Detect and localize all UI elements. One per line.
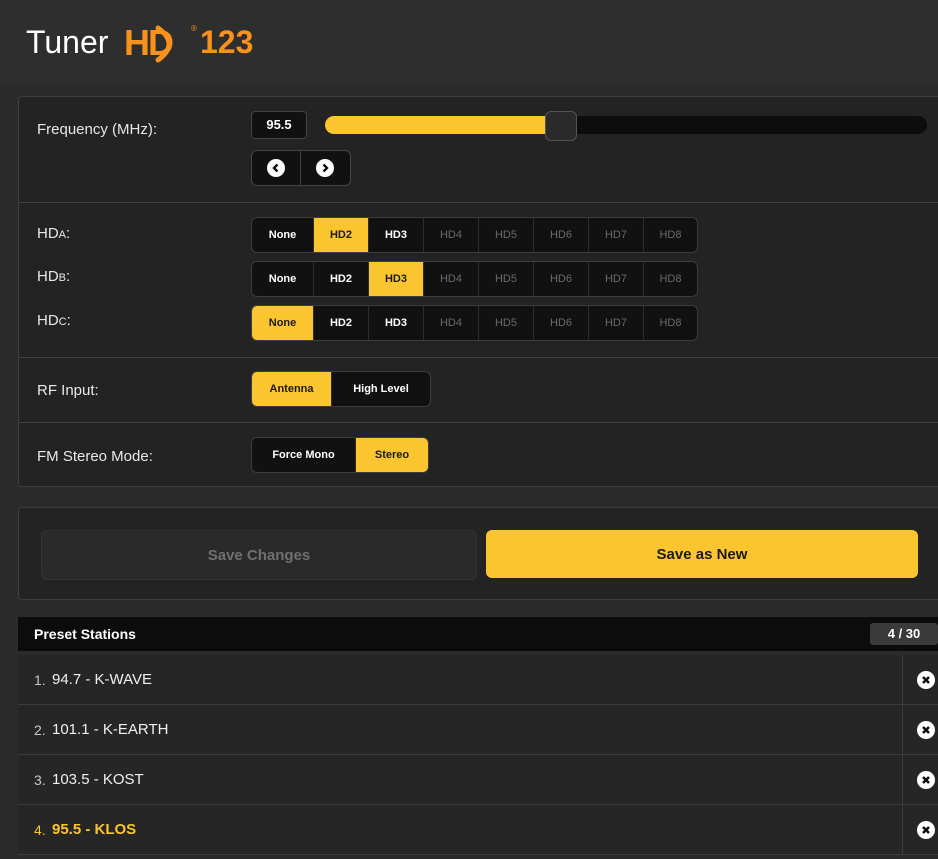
hd-a-option-hd3[interactable]: HD3 — [369, 218, 424, 252]
hd-a-option-hd5[interactable]: HD5 — [479, 218, 534, 252]
hd-a-option-none[interactable]: None — [252, 218, 314, 252]
preset-number: 2. — [34, 722, 46, 738]
frequency-row: Frequency (MHz): 95.5 — [19, 97, 938, 203]
hd-c-label: HDC: — [37, 312, 71, 329]
chevron-right-icon — [316, 159, 334, 177]
fm-stereo-row: FM Stereo Mode: Force Mono Stereo — [19, 423, 938, 488]
close-icon — [917, 670, 935, 689]
hd-a-label: HDA: — [37, 225, 71, 242]
preset-stations-header: Preset Stations 4 / 30 — [18, 617, 938, 651]
preset-number: 3. — [34, 772, 46, 788]
preset-row[interactable]: 1. 94.7 - K-WAVE — [18, 655, 938, 705]
rf-input-row: RF Input: Antenna High Level — [19, 358, 938, 423]
frequency-value[interactable]: 95.5 — [251, 111, 307, 139]
app-title: Tuner — [26, 24, 109, 60]
rf-input-label: RF Input: — [37, 382, 99, 399]
hd-a-option-hd8[interactable]: HD8 — [644, 218, 697, 252]
fm-stereo-label: FM Stereo Mode: — [37, 448, 153, 465]
save-as-new-button[interactable]: Save as New — [486, 530, 918, 578]
delete-preset-button[interactable] — [902, 755, 938, 804]
hd-b-option-hd8[interactable]: HD8 — [644, 262, 697, 296]
preset-number: 4. — [34, 822, 46, 838]
hd-a-option-hd6[interactable]: HD6 — [534, 218, 589, 252]
model-number: 123 — [200, 24, 254, 60]
action-panel: Save Changes Save as New — [18, 507, 938, 600]
rf-input-selector: Antenna High Level — [251, 371, 431, 407]
hd-c-option-hd4[interactable]: HD4 — [424, 306, 479, 340]
preset-name: 95.5 - KLOS — [52, 821, 137, 838]
preset-name: 94.7 - K-WAVE — [52, 671, 153, 688]
frequency-slider-fill — [325, 116, 560, 134]
preset-row[interactable]: 3. 103.5 - KOST — [18, 755, 938, 805]
hd-b-selector: None HD2 HD3 HD4 HD5 HD6 HD7 HD8 — [251, 261, 698, 297]
close-icon — [917, 770, 935, 789]
hd-b-option-none[interactable]: None — [252, 262, 314, 296]
preset-stations-title: Preset Stations — [34, 626, 136, 642]
hd-channels-row: HDA: HDB: HDC: None HD2 HD3 HD4 HD5 HD6 HD7 HD8… — [19, 203, 938, 358]
app-header: Tuner HD ® 123 — [0, 0, 938, 85]
hd-c-option-hd6[interactable]: HD6 — [534, 306, 589, 340]
hd-radio-logo: HD — [124, 22, 174, 64]
preset-name: 101.1 - K-EARTH — [52, 721, 169, 738]
close-icon — [917, 720, 935, 739]
hd-c-option-hd7[interactable]: HD7 — [589, 306, 644, 340]
preset-row[interactable]: 4. 95.5 - KLOS — [18, 805, 938, 855]
delete-preset-button[interactable] — [902, 805, 938, 854]
save-changes-button[interactable]: Save Changes — [41, 530, 477, 580]
hd-b-option-hd6[interactable]: HD6 — [534, 262, 589, 296]
frequency-down-button[interactable] — [252, 151, 301, 185]
delete-preset-button[interactable] — [902, 655, 938, 704]
hd-b-option-hd3[interactable]: HD3 — [369, 262, 424, 296]
hd-a-option-hd2[interactable]: HD2 — [314, 218, 369, 252]
close-icon — [917, 820, 935, 839]
preset-number: 1. — [34, 672, 46, 688]
hd-c-option-hd5[interactable]: HD5 — [479, 306, 534, 340]
hd-c-selector: None HD2 HD3 HD4 HD5 HD6 HD7 HD8 — [251, 305, 698, 341]
frequency-slider-thumb[interactable] — [544, 111, 577, 141]
frequency-step-buttons — [251, 150, 351, 186]
frequency-up-button[interactable] — [301, 151, 349, 185]
rf-input-option-high-level[interactable]: High Level — [332, 372, 430, 406]
hd-b-label: HDB: — [37, 268, 71, 285]
hd-b-option-hd2[interactable]: HD2 — [314, 262, 369, 296]
delete-preset-button[interactable] — [902, 705, 938, 754]
hd-b-option-hd7[interactable]: HD7 — [589, 262, 644, 296]
hd-c-option-hd3[interactable]: HD3 — [369, 306, 424, 340]
preset-name: 103.5 - KOST — [52, 771, 144, 788]
rf-input-option-antenna[interactable]: Antenna — [252, 372, 332, 406]
tuner-settings-panel: Frequency (MHz): 95.5 HDA: HDB: HDC: Non… — [18, 96, 938, 487]
frequency-slider[interactable] — [325, 111, 927, 141]
hd-b-option-hd4[interactable]: HD4 — [424, 262, 479, 296]
hd-a-option-hd4[interactable]: HD4 — [424, 218, 479, 252]
preset-count-badge: 4 / 30 — [870, 623, 938, 645]
hd-c-option-hd8[interactable]: HD8 — [644, 306, 697, 340]
chevron-left-icon — [267, 159, 285, 177]
hd-b-option-hd5[interactable]: HD5 — [479, 262, 534, 296]
hd-logo-arc-icon — [155, 25, 172, 63]
hd-a-selector: None HD2 HD3 HD4 HD5 HD6 HD7 HD8 — [251, 217, 698, 253]
fm-stereo-option-stereo[interactable]: Stereo — [356, 438, 428, 472]
fm-stereo-selector: Force Mono Stereo — [251, 437, 429, 473]
registered-mark: ® — [191, 24, 197, 33]
hd-c-option-hd2[interactable]: HD2 — [314, 306, 369, 340]
fm-stereo-option-force-mono[interactable]: Force Mono — [252, 438, 356, 472]
preset-row[interactable]: 2. 101.1 - K-EARTH — [18, 705, 938, 755]
hd-c-option-none[interactable]: None — [252, 306, 314, 340]
hd-a-option-hd7[interactable]: HD7 — [589, 218, 644, 252]
frequency-label: Frequency (MHz): — [37, 121, 158, 138]
